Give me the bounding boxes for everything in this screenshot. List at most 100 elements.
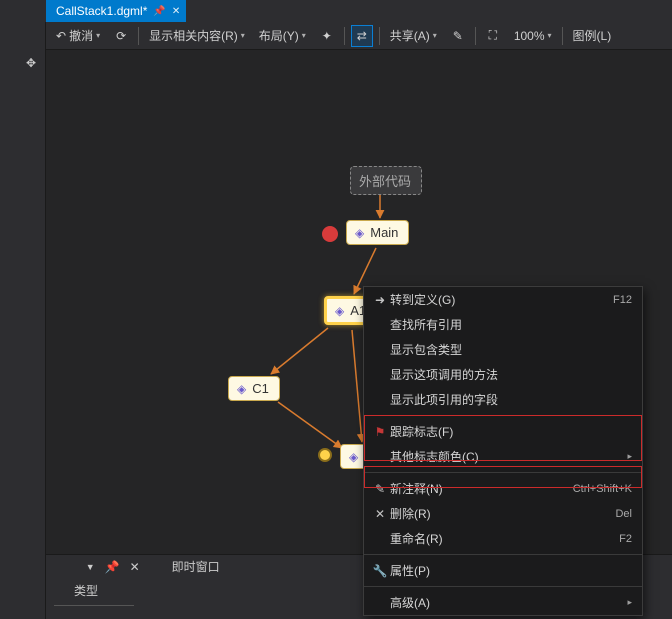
type-label: 类型	[74, 582, 98, 599]
close-icon[interactable]: ✕	[172, 6, 180, 17]
menu-item-goto[interactable]: ➜转到定义(G)F12	[364, 287, 642, 312]
divider	[54, 605, 134, 606]
menu-separator	[364, 472, 642, 473]
filter-button[interactable]: ✦	[316, 25, 338, 47]
delete-icon: ✕	[370, 507, 390, 521]
menu-item-showfields[interactable]: 显示此项引用的字段	[364, 387, 642, 412]
node-label: Main	[370, 225, 398, 240]
chevron-right-icon: ▸	[627, 597, 632, 608]
separator	[344, 27, 345, 45]
menu-item-label: 新注释(N)	[390, 480, 573, 497]
legend-label: 图例(L)	[573, 27, 612, 44]
menu-separator	[364, 415, 642, 416]
pin-icon[interactable]: 📌	[153, 6, 165, 17]
menu-item-shortcut: F2	[619, 533, 632, 545]
zoom-value: 100%	[514, 29, 545, 43]
menu-item-label: 高级(A)	[390, 594, 623, 611]
document-tab[interactable]: CallStack1.dgml* 📌 ✕	[46, 0, 186, 22]
menu-item-label: 显示这项调用的方法	[390, 366, 632, 383]
separator	[138, 27, 139, 45]
share-button[interactable]: 共享(A) ▾	[386, 25, 441, 46]
menu-item-flag[interactable]: ⚑跟踪标志(F)	[364, 419, 642, 444]
undo-label: 撤消	[69, 27, 93, 44]
menu-item-label: 查找所有引用	[390, 316, 632, 333]
goto-icon: ➜	[370, 293, 390, 307]
node-label: 外部代码	[359, 171, 411, 190]
filter-icon: ✦	[322, 29, 332, 43]
menu-item-advanced[interactable]: 高级(A) ▸	[364, 590, 642, 615]
menu-item-label: 显示此项引用的字段	[390, 391, 632, 408]
method-icon: ◈	[335, 304, 344, 318]
method-icon: ◈	[349, 450, 358, 464]
separator	[475, 27, 476, 45]
chevron-down-icon: ▾	[302, 31, 306, 40]
split-handle-icon[interactable]: ✥	[24, 56, 38, 70]
menu-item-label: 转到定义(G)	[390, 291, 613, 308]
wrench-icon: 🔧	[370, 564, 390, 578]
sync-toggle[interactable]: ⇄	[351, 25, 373, 47]
show-related-label: 显示相关内容(R)	[149, 27, 238, 44]
fit-button[interactable]: ⛶	[482, 25, 504, 47]
menu-item-props[interactable]: 🔧属性(P)	[364, 558, 642, 583]
menu-item-label: 跟踪标志(F)	[390, 423, 632, 440]
layout-label: 布局(Y)	[259, 27, 299, 44]
menu-item-flagcolor[interactable]: 其他标志颜色(C) ▸	[364, 444, 642, 469]
menu-item-label: 属性(P)	[390, 562, 632, 579]
tab-title: CallStack1.dgml*	[56, 4, 147, 18]
menu-item-label: 删除(R)	[390, 505, 615, 522]
zoom-dropdown[interactable]: 100% ▾	[510, 27, 556, 45]
legend-button[interactable]: 图例(L)	[569, 25, 616, 46]
annotate-button[interactable]: ✎	[447, 25, 469, 47]
node-external-code[interactable]: 外部代码	[350, 166, 422, 195]
menu-item-showcalls[interactable]: 显示这项调用的方法	[364, 362, 642, 387]
share-label: 共享(A)	[390, 27, 430, 44]
menu-separator	[364, 554, 642, 555]
refresh-icon: ⟳	[116, 29, 126, 43]
undo-button[interactable]: ↶ 撤消 ▾	[52, 25, 104, 46]
menu-item-annotate[interactable]: ✎新注释(N)Ctrl+Shift+K	[364, 476, 642, 501]
chevron-right-icon: ▸	[627, 451, 632, 462]
pin-icon[interactable]: 📌	[105, 560, 120, 574]
menu-item-findref[interactable]: 查找所有引用	[364, 312, 642, 337]
menu-item-showtype[interactable]: 显示包含类型	[364, 337, 642, 362]
note-icon: ✎	[370, 482, 390, 496]
breakpoint-dot-icon[interactable]	[322, 226, 338, 242]
chevron-down-icon: ▾	[548, 31, 552, 40]
sync-icon: ⇄	[357, 29, 367, 43]
menu-item-delete[interactable]: ✕删除(R)Del	[364, 501, 642, 526]
context-menu: ➜转到定义(G)F12 查找所有引用显示包含类型显示这项调用的方法显示此项引用的字…	[363, 286, 643, 616]
method-icon: ◈	[355, 226, 364, 240]
node-label: C1	[252, 381, 269, 396]
separator	[379, 27, 380, 45]
fit-icon: ⛶	[489, 28, 497, 43]
menu-item-label: 其他标志颜色(C)	[390, 448, 623, 465]
menu-item-shortcut: Ctrl+Shift+K	[573, 483, 632, 495]
left-vertical-strip: ✥	[0, 22, 46, 619]
menu-separator	[364, 586, 642, 587]
refresh-button[interactable]: ⟳	[110, 25, 132, 47]
tabstrip-gutter	[0, 0, 46, 22]
layout-button[interactable]: 布局(Y) ▾	[255, 25, 310, 46]
node-c1[interactable]: ◈ C1	[228, 376, 280, 401]
dropdown-arrow-icon[interactable]: ▼	[86, 562, 95, 572]
current-frame-dot-icon[interactable]	[318, 448, 332, 462]
menu-item-label: 显示包含类型	[390, 341, 632, 358]
close-icon[interactable]: ✕	[130, 560, 140, 574]
menu-item-label: 重命名(R)	[390, 530, 619, 547]
immediate-window-title[interactable]: 即时窗口	[172, 558, 220, 575]
tab-strip: CallStack1.dgml* 📌 ✕	[0, 0, 672, 22]
chevron-down-icon: ▾	[96, 31, 100, 40]
method-icon: ◈	[237, 382, 246, 396]
chevron-down-icon: ▾	[241, 31, 245, 40]
menu-item-shortcut: Del	[615, 508, 632, 520]
menu-item-rename[interactable]: 重命名(R)F2	[364, 526, 642, 551]
show-related-button[interactable]: 显示相关内容(R) ▾	[145, 25, 249, 46]
menu-item-shortcut: F12	[613, 294, 632, 306]
undo-icon: ↶	[56, 29, 66, 43]
node-main[interactable]: ◈ Main	[346, 220, 409, 245]
chevron-down-icon: ▾	[433, 31, 437, 40]
flag-icon: ⚑	[370, 425, 390, 439]
note-icon: ✎	[453, 29, 463, 43]
toolbar: ↶ 撤消 ▾ ⟳ 显示相关内容(R) ▾ 布局(Y) ▾ ✦ ⇄ 共享(A) ▾…	[46, 22, 672, 50]
separator	[562, 27, 563, 45]
